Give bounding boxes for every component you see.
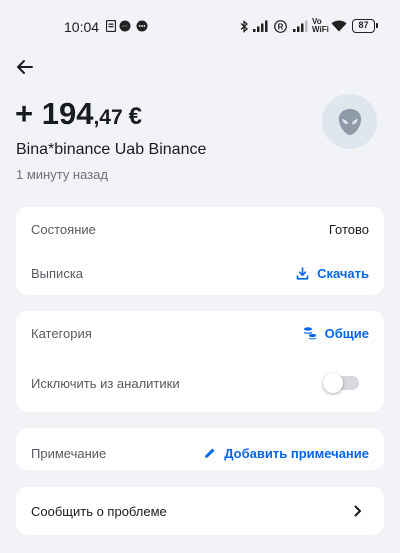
category-select[interactable]: Общие bbox=[303, 326, 369, 341]
wifi-icon bbox=[331, 20, 347, 32]
statement-row: Выписка Скачать bbox=[16, 251, 384, 295]
merchant-name: Bina*binance Uab Binance bbox=[16, 141, 207, 158]
alien-icon bbox=[338, 108, 361, 135]
transaction-amount: + 194,47 € bbox=[15, 96, 142, 132]
download-statement-button[interactable]: Скачать bbox=[296, 266, 369, 281]
category-label: Категория bbox=[31, 325, 92, 341]
status-time: 10:04 bbox=[64, 19, 100, 35]
r-roaming-icon: R bbox=[274, 20, 287, 33]
download-icon bbox=[296, 266, 309, 280]
transaction-time: 1 минуту назад bbox=[16, 167, 108, 182]
sim-card-icon bbox=[106, 20, 116, 32]
details-card: Состояние Готово Выписка Скачать bbox=[16, 207, 384, 295]
toggle-knob bbox=[323, 373, 343, 393]
add-note-button[interactable]: Добавить примечание bbox=[204, 446, 369, 461]
status-bar: 10:04 R Vo WiFi 87 bbox=[0, 0, 400, 52]
report-problem-card[interactable]: Сообщить о проблеме bbox=[16, 487, 384, 535]
note-row: Примечание Добавить примечание bbox=[16, 431, 384, 475]
category-row[interactable]: Категория Общие bbox=[16, 311, 384, 355]
pencil-icon bbox=[205, 448, 215, 458]
statement-label: Выписка bbox=[31, 265, 84, 281]
amount-main: + 194 bbox=[15, 96, 94, 131]
coins-stack-icon bbox=[303, 327, 316, 340]
report-problem-row[interactable]: Сообщить о проблеме bbox=[16, 489, 384, 533]
merchant-avatar bbox=[322, 94, 377, 149]
category-value: Общие bbox=[324, 325, 369, 341]
bluetooth-icon bbox=[240, 20, 248, 33]
svg-text:R: R bbox=[278, 22, 284, 31]
signal-bars-icon bbox=[253, 20, 268, 32]
vowifi-icon: Vo WiFi bbox=[312, 18, 329, 34]
exclude-analytics-label: Исключить из аналитики bbox=[31, 375, 180, 391]
note-card: Примечание Добавить примечание bbox=[16, 428, 384, 470]
messenger-icon bbox=[119, 20, 131, 32]
chevron-right-icon bbox=[354, 505, 361, 517]
status-row: Состояние Готово bbox=[16, 207, 384, 251]
report-problem-label: Сообщить о проблеме bbox=[31, 503, 167, 519]
exclude-analytics-toggle[interactable] bbox=[323, 373, 359, 393]
back-button[interactable] bbox=[12, 54, 38, 80]
amount-cents: ,47 bbox=[93, 106, 123, 129]
category-card: Категория Общие Исключить из аналитики bbox=[16, 311, 384, 412]
note-label: Примечание bbox=[31, 445, 107, 461]
vowifi-label: Vo WiFi bbox=[312, 17, 329, 34]
status-label: Состояние bbox=[31, 221, 96, 237]
battery-level: 87 bbox=[358, 20, 369, 30]
exclude-analytics-row: Исключить из аналитики bbox=[16, 361, 384, 405]
battery-icon: 87 bbox=[352, 19, 378, 33]
arrow-left-icon bbox=[17, 60, 33, 74]
signal-bars-icon bbox=[293, 20, 308, 32]
download-label: Скачать bbox=[317, 265, 369, 281]
add-note-label: Добавить примечание bbox=[224, 445, 369, 461]
status-value: Готово bbox=[328, 221, 369, 237]
amount-currency: € bbox=[128, 103, 143, 130]
chat-bubble-icon bbox=[136, 20, 148, 32]
